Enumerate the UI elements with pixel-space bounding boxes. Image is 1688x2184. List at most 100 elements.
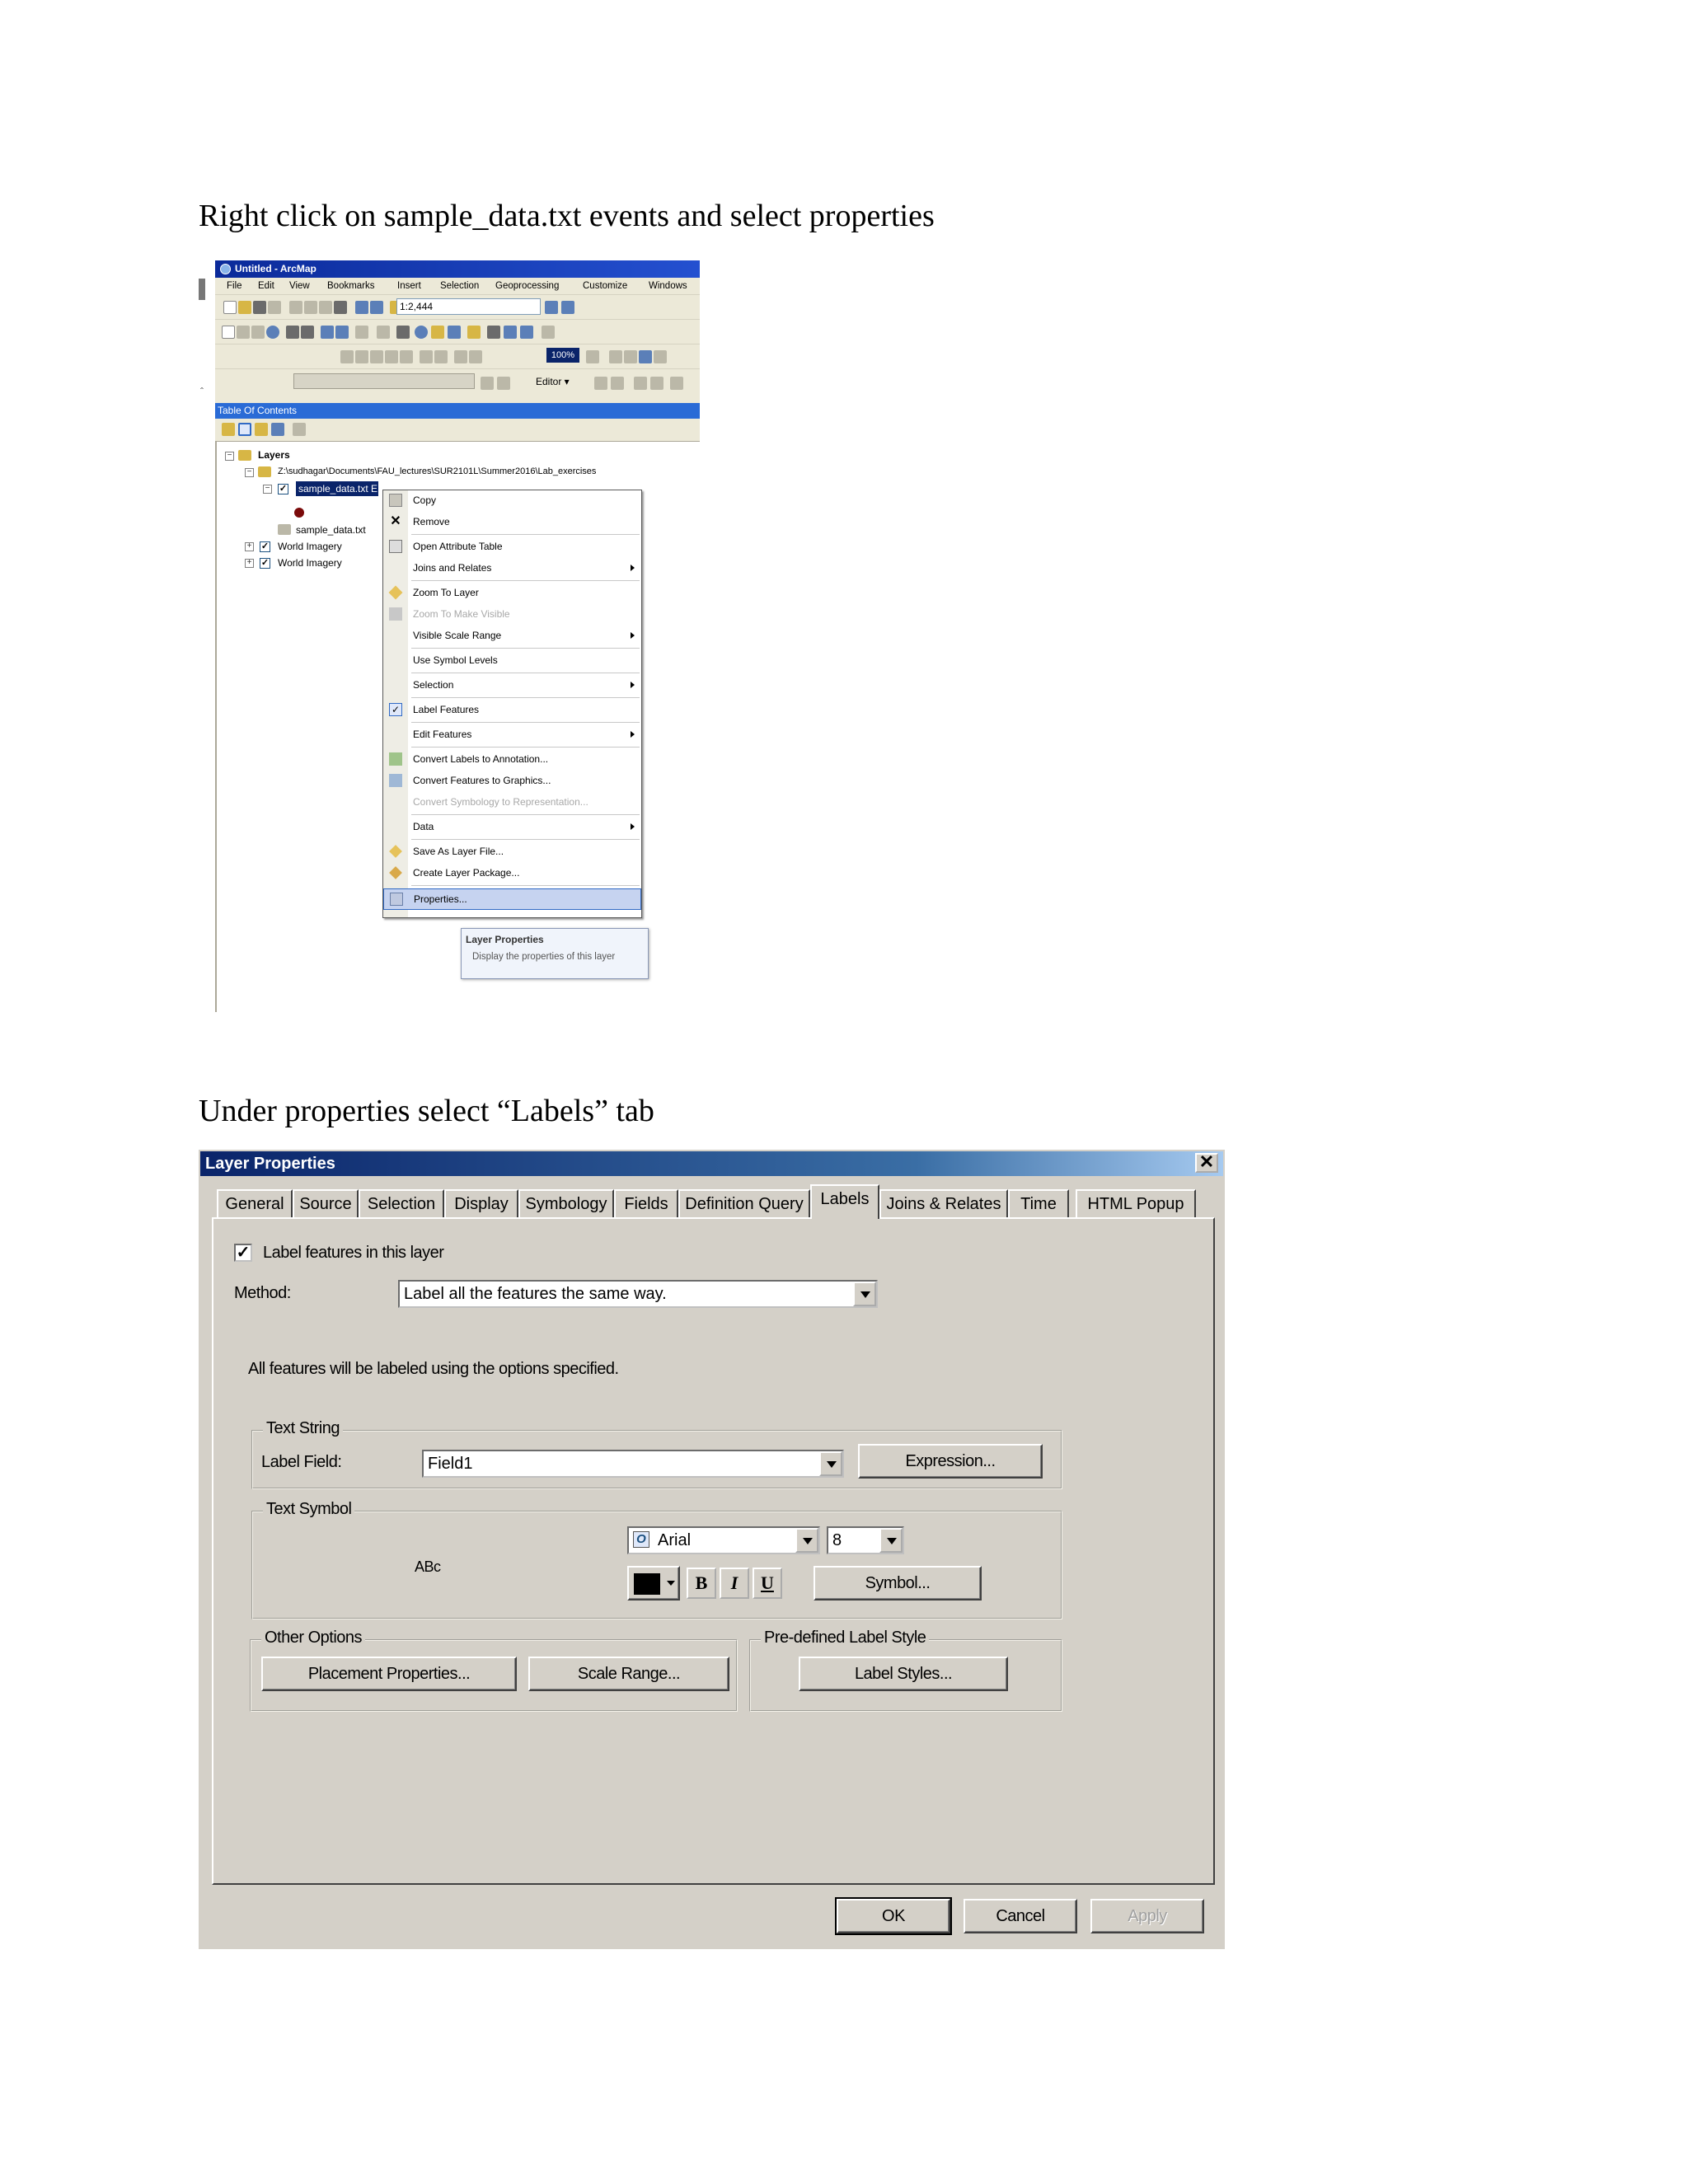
scale-range-button[interactable]: Scale Range... xyxy=(528,1657,729,1691)
menu-edit-features[interactable]: Edit Features xyxy=(383,724,641,744)
italic-button[interactable]: I xyxy=(720,1568,749,1599)
tab-labels[interactable]: Labels xyxy=(810,1184,879,1219)
straight-segment-icon[interactable] xyxy=(634,377,647,390)
tab-time[interactable]: Time xyxy=(1008,1189,1069,1217)
change-layout-icon[interactable] xyxy=(624,350,637,363)
menu-properties[interactable]: Properties... xyxy=(383,888,641,910)
toc-options-icon[interactable] xyxy=(293,423,306,436)
redo-icon[interactable] xyxy=(370,301,383,314)
layout-zoom-combo[interactable]: 100% xyxy=(546,348,579,363)
pan-icon[interactable] xyxy=(251,326,265,339)
ok-button[interactable]: OK xyxy=(835,1897,952,1935)
tab-general[interactable]: General xyxy=(217,1189,293,1217)
collapse-caret-icon[interactable]: ˆ xyxy=(200,386,204,397)
tab-selection[interactable]: Selection xyxy=(359,1189,444,1217)
workspace-path[interactable]: Z:\sudhagar\Documents\FAU_lectures\SUR21… xyxy=(278,465,596,478)
menu-geoprocessing[interactable]: Geoprocessing xyxy=(495,278,559,294)
select-features-icon[interactable] xyxy=(355,326,368,339)
hyperlink-icon[interactable] xyxy=(431,326,444,339)
undo-icon[interactable] xyxy=(355,301,368,314)
menu-open-attribute-table[interactable]: Open Attribute Table xyxy=(383,537,641,556)
georef-tool-icon[interactable] xyxy=(481,377,494,390)
apply-button[interactable]: Apply xyxy=(1090,1899,1204,1933)
expression-button[interactable]: Expression... xyxy=(858,1444,1043,1479)
menu-windows[interactable]: Windows xyxy=(649,278,687,294)
tab-fields[interactable]: Fields xyxy=(614,1189,678,1217)
menu-bookmarks[interactable]: Bookmarks xyxy=(327,278,375,294)
menu-create-layer-package[interactable]: Create Layer Package... xyxy=(383,863,641,883)
zoom-in-icon[interactable] xyxy=(222,326,235,339)
map-scale-combo[interactable]: 1:2,444 xyxy=(396,298,541,315)
tab-symbology[interactable]: Symbology xyxy=(518,1189,614,1217)
selected-layer[interactable]: sample_data.txt E xyxy=(296,481,378,496)
focus-data-frame-icon[interactable] xyxy=(609,350,622,363)
table-layer-label[interactable]: sample_data.txt xyxy=(296,523,366,537)
layout-fixed-in-icon[interactable] xyxy=(420,350,433,363)
label-styles-button[interactable]: Label Styles... xyxy=(799,1657,1008,1691)
zoom-out-icon[interactable] xyxy=(237,326,250,339)
menu-edit[interactable]: Edit xyxy=(258,278,274,294)
fixed-zoom-in-icon[interactable] xyxy=(286,326,299,339)
menu-joins-relates[interactable]: Joins and Relates xyxy=(383,558,641,578)
layout-pan-icon[interactable] xyxy=(370,350,383,363)
layer-collapse-icon[interactable]: − xyxy=(263,485,272,494)
imagery2-checkbox[interactable]: ✓ xyxy=(260,558,270,569)
data-driven-pages-icon[interactable] xyxy=(639,350,652,363)
zoom-100-icon[interactable] xyxy=(400,350,413,363)
full-extent-icon[interactable] xyxy=(266,326,279,339)
georeference-layer-combo[interactable] xyxy=(293,373,475,389)
edit-annotation-icon[interactable] xyxy=(611,377,624,390)
imagery2-expand-icon[interactable]: + xyxy=(245,559,254,568)
font-size-dropdown-icon[interactable] xyxy=(879,1528,903,1553)
back-icon[interactable] xyxy=(321,326,334,339)
table-of-contents-icon[interactable] xyxy=(561,301,574,314)
layer-visibility-checkbox[interactable]: ✓ xyxy=(278,484,288,494)
print-icon[interactable] xyxy=(268,301,281,314)
fixed-zoom-out-icon[interactable] xyxy=(301,326,314,339)
imagery1-label[interactable]: World Imagery xyxy=(278,540,342,553)
menu-copy[interactable]: Copy xyxy=(383,490,641,510)
open-folder-icon[interactable] xyxy=(238,301,251,314)
bold-button[interactable]: B xyxy=(687,1568,716,1599)
time-slider-icon[interactable] xyxy=(520,326,533,339)
tab-html-popup[interactable]: HTML Popup xyxy=(1076,1189,1196,1217)
method-dropdown-icon[interactable] xyxy=(853,1282,876,1306)
measure-icon[interactable] xyxy=(467,326,481,339)
symbol-button[interactable]: Symbol... xyxy=(814,1566,982,1601)
tab-display[interactable]: Display xyxy=(444,1189,518,1217)
new-document-icon[interactable] xyxy=(223,301,237,314)
menu-selection[interactable]: Selection xyxy=(440,278,479,294)
placement-properties-button[interactable]: Placement Properties... xyxy=(261,1657,517,1691)
font-select[interactable]: O Arial xyxy=(627,1526,820,1554)
imagery1-expand-icon[interactable]: + xyxy=(245,542,254,551)
menu-zoom-to-layer[interactable]: Zoom To Layer xyxy=(383,583,641,602)
menu-data[interactable]: Data xyxy=(383,817,641,837)
trace-icon[interactable] xyxy=(670,377,683,390)
label-features-checkbox[interactable]: ✓ xyxy=(234,1244,252,1262)
imagery2-label[interactable]: World Imagery xyxy=(278,556,342,569)
editor-toolbar-icon[interactable] xyxy=(545,301,558,314)
list-by-visibility-icon[interactable] xyxy=(255,423,268,436)
menu-label-features[interactable]: ✓ Label Features xyxy=(383,700,641,719)
identify-icon[interactable] xyxy=(415,326,428,339)
layout-extra-icon[interactable] xyxy=(654,350,667,363)
folder-collapse-icon[interactable]: − xyxy=(245,468,254,477)
menu-insert[interactable]: Insert xyxy=(397,278,421,294)
layout-zoom-out-icon[interactable] xyxy=(355,350,368,363)
list-by-source-icon[interactable] xyxy=(238,423,251,436)
menu-selection[interactable]: Selection xyxy=(383,675,641,695)
clear-selection-icon[interactable] xyxy=(377,326,390,339)
font-color-button[interactable] xyxy=(627,1566,680,1601)
end-point-arc-icon[interactable] xyxy=(650,377,663,390)
menu-convert-symbology[interactable]: Convert Symbology to Representation... xyxy=(383,792,641,812)
select-elements-icon[interactable] xyxy=(396,326,410,339)
layers-collapse-icon[interactable]: − xyxy=(225,452,234,461)
find-icon[interactable] xyxy=(487,326,500,339)
forward-icon[interactable] xyxy=(335,326,349,339)
zoom-whole-page-icon[interactable] xyxy=(385,350,398,363)
label-field-dropdown-icon[interactable] xyxy=(819,1451,842,1476)
tab-joins-relates[interactable]: Joins & Relates xyxy=(879,1189,1008,1217)
underline-button[interactable]: U xyxy=(753,1568,782,1599)
tab-source[interactable]: Source xyxy=(293,1189,359,1217)
close-button[interactable]: ✕ xyxy=(1195,1153,1218,1173)
